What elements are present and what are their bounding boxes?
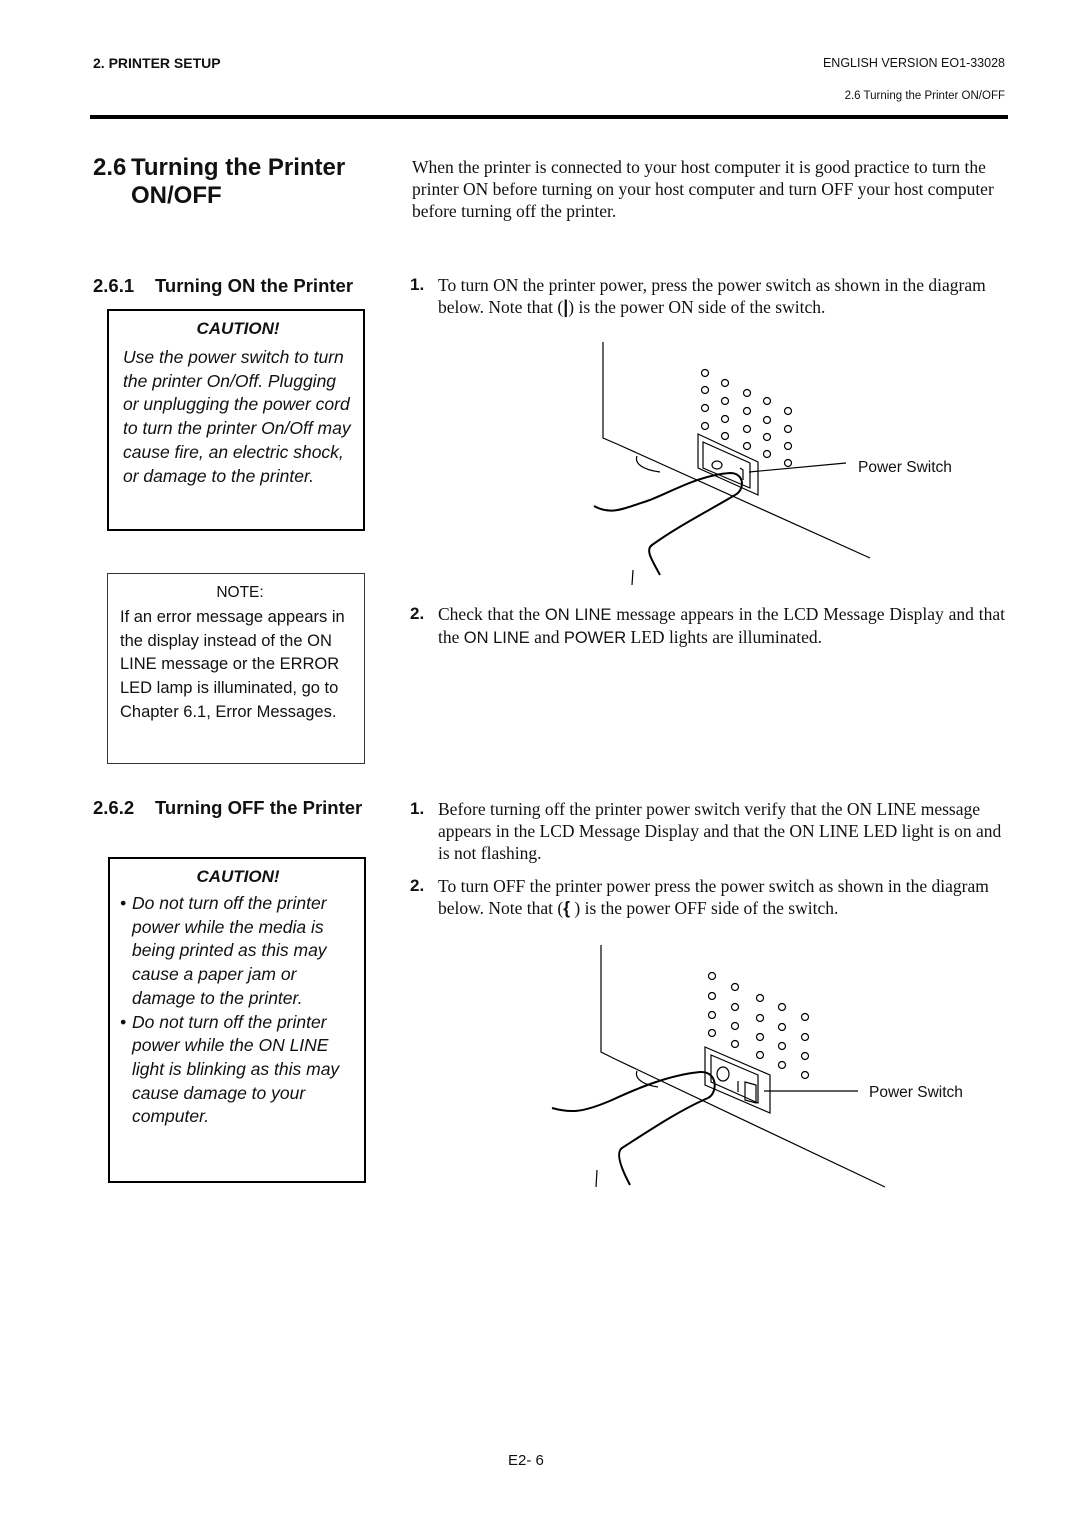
caution-bullet: • Do not turn off the printer power while…	[120, 892, 356, 1011]
power-on-step-1: 1. To turn ON the printer power, press t…	[410, 274, 1005, 318]
subsection-number: 2.6.2	[93, 797, 135, 818]
keyword-on-line: ON LINE	[463, 629, 530, 647]
note-text: If an error message appears in the displ…	[120, 608, 345, 721]
power-on-step-2: 2. Check that the ON LINE message appear…	[410, 603, 1005, 649]
figure-label: Power Switch	[869, 1084, 963, 1101]
power-off-figure: Power Switch	[551, 945, 963, 1188]
bullet-text: Do not turn off the printer power while …	[132, 893, 327, 1008]
subsection-title-turn-on: 2.6.1 Turning ON the Printer	[93, 275, 353, 297]
step-text: LED lights are illuminated.	[626, 627, 823, 647]
section-title: 2.6 Turning the Printer ON/OFF	[93, 154, 345, 210]
header-rule	[90, 115, 1008, 119]
finger	[551, 1070, 716, 1186]
step-text: and	[529, 627, 564, 647]
section-title-line2: ON/OFF	[131, 182, 222, 209]
page-number: E2- 6	[508, 1452, 544, 1469]
subsection-title: Turning ON the Printer	[155, 275, 354, 296]
subsection-number: 2.6.1	[93, 275, 135, 296]
vent-holes	[700, 368, 793, 468]
off-symbol: {	[563, 898, 571, 918]
figure-label: Power Switch	[858, 459, 952, 476]
keyword-power: POWER	[563, 629, 627, 647]
caution-bullet: • Do not turn off the printer power while…	[120, 1011, 356, 1130]
power-off-step-2: 2. To turn OFF the printer power press t…	[410, 875, 1005, 919]
caution-title: CAUTION!	[196, 319, 280, 338]
step-number: 1.	[410, 275, 425, 294]
bullet-text: Do not turn off the printer power while …	[132, 1011, 340, 1127]
chapter-header: 2. PRINTER SETUP	[93, 55, 221, 71]
caution-title: CAUTION!	[196, 867, 280, 886]
caution-box-power-on: CAUTION! Use the power switch to turn th…	[107, 309, 365, 531]
note-title: NOTE:	[216, 584, 264, 601]
finger	[593, 471, 743, 576]
vent-holes	[707, 971, 810, 1080]
caution-text: Use the power switch to turn the printer…	[123, 347, 351, 486]
keyword-on-line: ON LINE	[544, 606, 612, 624]
step-text: Before turning off the printer power swi…	[438, 799, 1002, 863]
section-title-line1: Turning the Printer	[131, 154, 346, 181]
caution-box-power-off: CAUTION! • Do not turn off the printer po…	[108, 857, 366, 1183]
note-box: NOTE: If an error message appears in the…	[107, 573, 365, 764]
version-label: ENGLISH VERSION EO1-33028	[822, 56, 1005, 70]
section-number: 2.6	[93, 154, 127, 181]
finger-line	[595, 1169, 598, 1188]
leader-line	[748, 462, 847, 473]
power-on-figure: Power Switch	[593, 342, 952, 586]
printer-body-outline	[600, 945, 886, 1188]
step-number: 2.	[410, 876, 425, 895]
section-reference: 2.6 Turning the Printer ON/OFF	[844, 90, 1005, 102]
subsection-title: Turning OFF the Printer	[155, 797, 363, 818]
step-number: 2.	[410, 604, 425, 623]
step-number: 1.	[410, 799, 425, 818]
bullet-icon: •	[120, 893, 127, 913]
power-off-step-1: 1. Before turning off the printer power …	[410, 798, 1005, 864]
step-text-end: ) is the power OFF side of the switch.	[570, 898, 839, 918]
finger-line	[631, 569, 634, 586]
step-text-end: ) is the power ON side of the switch.	[568, 297, 826, 317]
section-intro: When the printer is connected to your ho…	[412, 157, 994, 221]
step-text: Check that the	[438, 604, 545, 624]
subsection-title-turn-off: 2.6.2 Turning OFF the Printer	[93, 797, 362, 819]
bullet-icon: •	[120, 1011, 127, 1032]
printer-body-outline	[602, 342, 871, 559]
